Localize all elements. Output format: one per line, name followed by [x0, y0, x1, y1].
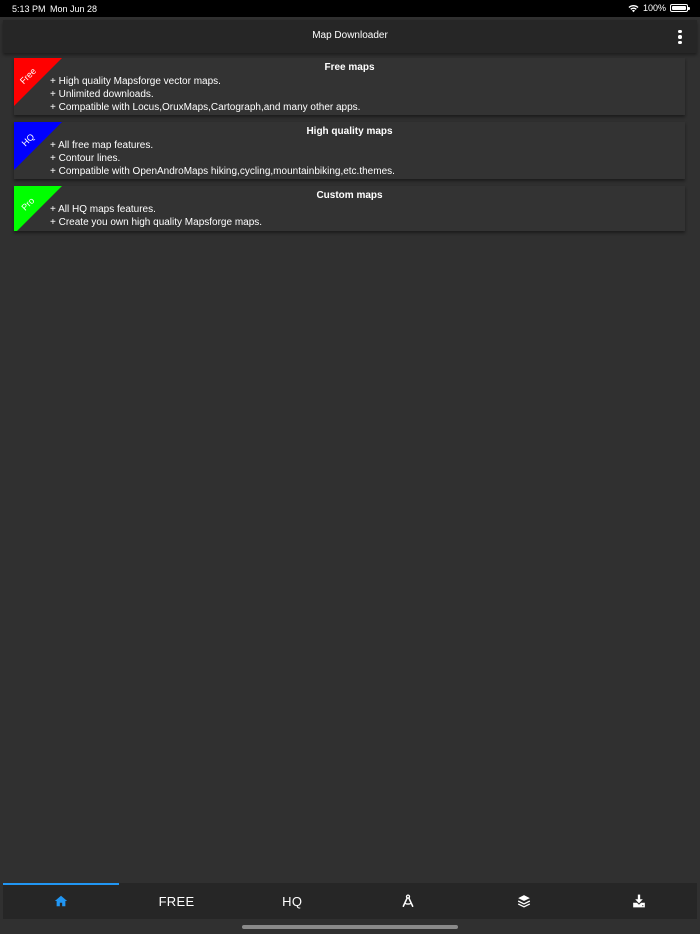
nav-hq-label: HQ	[282, 893, 303, 909]
drafting-compass-icon	[402, 894, 414, 908]
feature-item: Compatible with OpenAndroMaps hiking,cyc…	[50, 165, 395, 178]
battery-percent: 100%	[642, 3, 666, 13]
nav-hq[interactable]: HQ	[234, 883, 350, 919]
hq-maps-title: High quality maps	[306, 126, 393, 137]
bottom-nav: FREE HQ	[3, 883, 697, 919]
nav-home[interactable]	[3, 883, 119, 919]
nav-download[interactable]	[581, 883, 697, 919]
free-maps-card[interactable]: Free Free maps High quality Mapsforge ve…	[14, 58, 685, 115]
free-maps-title: Free maps	[324, 62, 375, 73]
nav-free-label: FREE	[158, 893, 195, 909]
feature-item: High quality Mapsforge vector maps.	[50, 75, 360, 88]
feature-item: Contour lines.	[50, 152, 395, 165]
home-indicator[interactable]	[242, 925, 458, 929]
wifi-icon	[628, 4, 639, 12]
download-icon	[633, 894, 646, 908]
custom-maps-title: Custom maps	[316, 190, 383, 201]
hq-maps-features: All free map features. Contour lines. Co…	[50, 139, 395, 178]
home-icon	[54, 895, 67, 907]
status-date: Mon Jun 28	[50, 4, 98, 14]
nav-layers[interactable]	[466, 883, 582, 919]
free-maps-features: High quality Mapsforge vector maps. Unli…	[50, 75, 361, 114]
app-title: Map Downloader	[312, 30, 388, 41]
feature-item: All HQ maps features.	[50, 203, 262, 216]
nav-custom[interactable]	[350, 883, 466, 919]
layers-icon	[517, 895, 530, 908]
status-time: 5:13 PM	[12, 4, 46, 14]
nav-free[interactable]: FREE	[119, 883, 235, 919]
custom-maps-card[interactable]: Pro Custom maps All HQ maps features. Cr…	[14, 186, 685, 231]
feature-item: Compatible with Locus,OruxMaps,Cartograp…	[50, 101, 361, 114]
status-bar: 5:13 PM Mon Jun 28 100%	[0, 0, 700, 17]
more-vert-icon[interactable]	[671, 27, 689, 47]
app-screen: Map Downloader Free Free maps High quali…	[0, 17, 700, 934]
feature-item: All free map features.	[50, 139, 395, 152]
custom-maps-features: All HQ maps features. Create you own hig…	[50, 203, 262, 229]
feature-item: Unlimited downloads.	[50, 88, 360, 101]
app-bar: Map Downloader	[3, 20, 697, 53]
hq-maps-card[interactable]: HQ High quality maps All free map featur…	[14, 122, 685, 179]
status-indicators: 100%	[628, 3, 690, 13]
battery-icon	[670, 4, 690, 12]
feature-item: Create you own high quality Mapsforge ma…	[50, 216, 262, 229]
